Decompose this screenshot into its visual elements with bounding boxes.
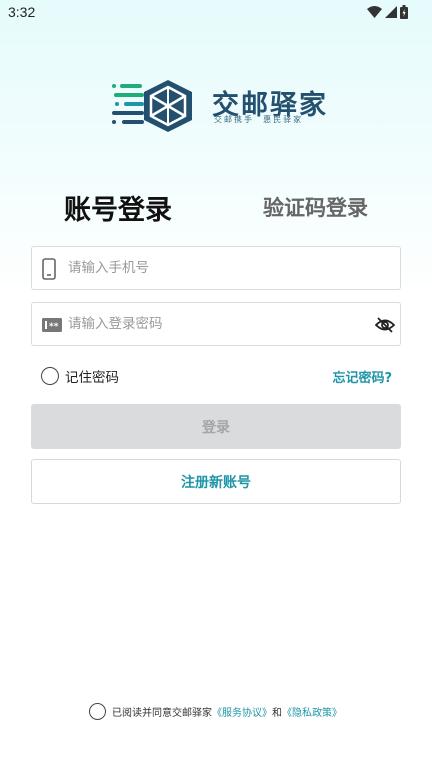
phone-icon	[42, 258, 56, 280]
phone-field[interactable]	[31, 246, 401, 290]
register-button[interactable]: 注册新账号	[31, 459, 401, 504]
status-time: 3:32	[8, 4, 36, 20]
service-agreement-link[interactable]: 《服务协议》	[212, 704, 272, 719]
remember-password[interactable]: 记住密码	[41, 366, 119, 386]
remember-radio[interactable]	[41, 367, 59, 385]
battery-icon	[400, 5, 408, 19]
agreement-text: 已阅读并同意交邮驿家	[112, 708, 212, 719]
signal-icon	[385, 6, 397, 18]
password-input[interactable]	[68, 313, 368, 335]
agreement: 已阅读并同意交邮驿家 《服务协议》 和 《隐私政策》	[89, 703, 342, 720]
tab-code-login[interactable]: 验证码登录	[263, 192, 368, 222]
logo-slogan: 交邮携手 惠民驿家	[214, 115, 304, 124]
agreement-and: 和	[272, 708, 282, 719]
agreement-radio[interactable]	[89, 703, 106, 720]
wifi-icon	[367, 6, 382, 18]
remember-label: 记住密码	[65, 370, 119, 386]
privacy-policy-link[interactable]: 《隐私政策》	[282, 704, 342, 719]
phone-input[interactable]	[68, 257, 368, 279]
status-bar: 3:32	[0, 0, 432, 26]
password-field[interactable]: **	[31, 302, 401, 346]
logo-cube-icon	[112, 80, 192, 132]
eye-hidden-icon[interactable]	[375, 317, 395, 333]
login-button[interactable]: 登录	[31, 404, 401, 449]
password-icon: **	[42, 318, 62, 332]
status-icons	[367, 5, 408, 19]
app-logo: 交邮驿家 交邮携手 惠民驿家	[108, 78, 328, 134]
forgot-password-link[interactable]: 忘记密码?	[332, 367, 392, 386]
svg-text:**: **	[49, 322, 59, 332]
tab-account-login[interactable]: 账号登录	[64, 188, 172, 227]
